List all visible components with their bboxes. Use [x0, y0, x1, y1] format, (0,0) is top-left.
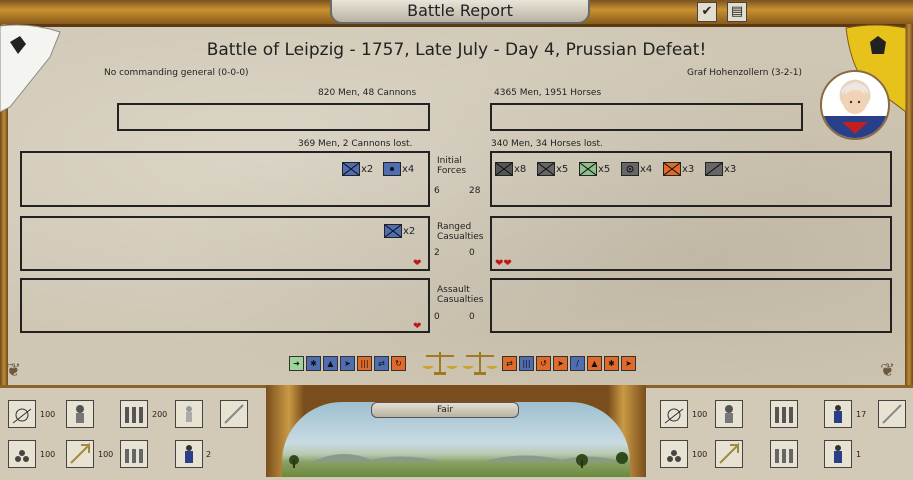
scales-icon	[462, 352, 498, 375]
initial-right-count: 28	[469, 186, 481, 196]
infantry-icon	[384, 224, 402, 238]
tactic-icon[interactable]: ➜	[289, 356, 304, 371]
supply-slot[interactable]	[8, 440, 36, 468]
tactic-icon[interactable]: ➤	[621, 356, 636, 371]
engineer-slot[interactable]	[220, 400, 248, 428]
right-strength-box	[490, 103, 803, 131]
ranged-casualties-label: Ranged Casualties	[437, 222, 484, 242]
officer-slot[interactable]	[715, 400, 743, 428]
artillery-slot[interactable]	[8, 400, 36, 428]
right-general: Graf Hohenzollern (3-2-1)	[687, 68, 803, 78]
tactic-icon[interactable]: |||	[519, 356, 534, 371]
right-initial-unit[interactable]: x8	[495, 162, 526, 176]
tactic-icon[interactable]: ↻	[391, 356, 406, 371]
artillery-icon	[621, 162, 639, 176]
right-initial-unit[interactable]: x5	[579, 162, 610, 176]
infantry-icon	[495, 162, 513, 176]
left-strength-box	[117, 103, 430, 131]
left-assault-box	[20, 278, 430, 333]
slot-count: 200	[152, 410, 168, 419]
ranged-left-count: 2	[434, 248, 440, 258]
right-frame	[905, 24, 913, 385]
corner-ornament-icon: ❦	[6, 360, 22, 381]
soldier-slot[interactable]	[824, 440, 852, 468]
tactic-icon[interactable]: ▲	[587, 356, 602, 371]
slot-count: 100	[40, 410, 56, 419]
supply-slot[interactable]	[660, 440, 688, 468]
tactic-icon[interactable]: ⇄	[374, 356, 389, 371]
tactic-icon[interactable]: |||	[357, 356, 372, 371]
left-ranged-box	[20, 216, 430, 271]
tactic-icon[interactable]: ➤	[340, 356, 355, 371]
tactic-icon[interactable]: ✱	[306, 356, 321, 371]
infantry-icon	[342, 162, 360, 176]
right-ranged-heart-icon: ❤❤	[495, 258, 512, 269]
slot-count: 100	[692, 450, 708, 459]
confirm-button[interactable]: ✔	[697, 2, 717, 22]
left-flag-icon	[0, 24, 61, 112]
assault-right-count: 0	[469, 312, 475, 322]
right-initial-forces-box	[490, 151, 892, 207]
left-ranged-heart-icon: ❤	[413, 258, 422, 269]
left-assault-heart-icon: ❤	[413, 321, 422, 332]
tactic-icon[interactable]: /	[570, 356, 585, 371]
right-initial-unit[interactable]: x3	[663, 162, 694, 176]
weather-label: Fair	[371, 402, 519, 418]
slot-count: 100	[98, 450, 114, 459]
slot-count: 2	[206, 450, 212, 459]
tactic-icon[interactable]: ⇄	[502, 356, 517, 371]
details-button[interactable]: ▤	[727, 2, 747, 22]
right-ranged-box	[490, 216, 892, 271]
move-slot[interactable]	[715, 440, 743, 468]
initial-left-count: 6	[434, 186, 440, 196]
tactic-icon[interactable]: ✱	[604, 356, 619, 371]
right-initial-unit[interactable]: x4	[621, 162, 652, 176]
battle-title: Battle of Leipzig - 1757, Late July - Da…	[206, 40, 707, 60]
artillery-slot[interactable]	[660, 400, 688, 428]
infantry-slot[interactable]	[120, 400, 148, 428]
left-strength: 820 Men, 48 Cannons	[318, 88, 417, 98]
cavalry-icon	[705, 162, 723, 176]
right-assault-box	[490, 278, 892, 333]
infantry-icon	[537, 162, 555, 176]
initial-forces-label: Initial Forces	[437, 156, 467, 176]
right-losses: 340 Men, 34 Horses lost.	[491, 139, 603, 149]
light-infantry-icon	[579, 162, 597, 176]
tactic-icon[interactable]: ▲	[323, 356, 338, 371]
assault-left-count: 0	[434, 312, 440, 322]
slot-count: 100	[40, 450, 56, 459]
infantry-slot[interactable]	[770, 400, 798, 428]
artillery-icon	[383, 162, 401, 176]
corner-ornament-icon: ❦	[880, 360, 896, 381]
tactic-icon[interactable]: ↺	[536, 356, 551, 371]
scout-slot[interactable]	[175, 400, 203, 428]
officer-slot[interactable]	[66, 400, 94, 428]
troops-slot[interactable]	[770, 440, 798, 468]
left-initial-unit[interactable]: x2	[342, 162, 373, 176]
move-slot[interactable]	[66, 440, 94, 468]
left-initial-unit[interactable]: x4	[383, 162, 414, 176]
right-initial-unit[interactable]: x3	[705, 162, 736, 176]
left-initial-forces-box	[20, 151, 430, 207]
soldier-slot[interactable]	[175, 440, 203, 468]
left-losses: 369 Men, 2 Cannons lost.	[298, 139, 413, 149]
left-ranged-unit[interactable]: x2	[384, 224, 415, 238]
cavalry-icon	[663, 162, 681, 176]
right-strength: 4365 Men, 1951 Horses	[494, 88, 602, 98]
right-initial-unit[interactable]: x5	[537, 162, 568, 176]
general-portrait[interactable]	[820, 70, 890, 140]
slot-count: 1	[856, 450, 862, 459]
left-general: No commanding general (0-0-0)	[104, 68, 249, 78]
assault-casualties-label: Assault Casualties	[437, 285, 484, 305]
window-title: Battle Report	[330, 0, 590, 24]
ranged-right-count: 0	[469, 248, 475, 258]
troops-slot[interactable]	[120, 440, 148, 468]
slot-count: 100	[692, 410, 708, 419]
tactic-icon[interactable]: ➤	[553, 356, 568, 371]
scales-icon	[422, 352, 458, 375]
soldier-slot[interactable]	[824, 400, 852, 428]
engineer-slot[interactable]	[878, 400, 906, 428]
slot-count: 17	[856, 410, 867, 419]
